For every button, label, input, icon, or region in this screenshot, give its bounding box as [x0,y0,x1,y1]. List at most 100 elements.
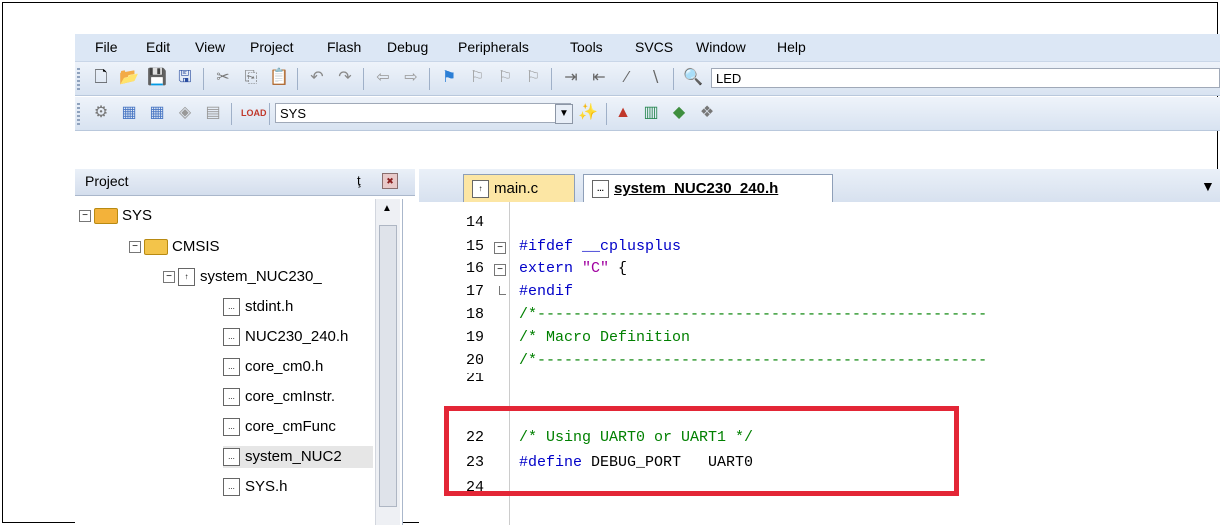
fold-collapse-icon[interactable]: − [494,242,506,254]
menu-project[interactable]: Project [250,39,294,55]
header-file-icon: ... [223,298,240,317]
toolbar-separator [551,68,552,90]
uncomment-icon[interactable]: ∖ [645,68,665,88]
chevron-down-icon[interactable]: ▼ [555,104,573,124]
header-file-icon: ... [223,448,240,467]
line-number: 14 [465,214,484,231]
paste-icon[interactable]: 📋 [269,68,289,88]
menu-svcs[interactable]: SVCS [635,39,673,55]
menu-window[interactable]: Window [696,39,746,55]
string-token: "C" [582,260,610,277]
toolbar-separator [429,68,430,90]
menu-help[interactable]: Help [777,39,806,55]
menu-edit[interactable]: Edit [146,39,170,55]
indent-icon[interactable]: ⇥ [561,68,581,88]
run-time-env-icon[interactable]: ❖ [697,103,717,123]
code-line-15: #ifdef __cplusplus [519,238,682,255]
tree-node-sys[interactable]: − SYS [79,205,152,227]
toolbar-separator [673,68,674,90]
project-folder-icon [94,208,118,225]
line-number: 17 [465,283,484,300]
clear-bookmarks-icon[interactable]: ⚐ [523,68,543,88]
tree-node-file[interactable]: ... NUC230_240.h [223,326,348,348]
navigate-back-icon[interactable]: ⇦ [373,68,393,88]
cut-icon[interactable]: ✂ [213,68,233,88]
menu-flash[interactable]: Flash [327,39,361,55]
editor-tabs: ↑ main.c ... system_NUC230_240.h ▼ [419,169,1220,203]
manage-components-icon[interactable]: ▲ [613,103,633,123]
tree-node-file-selected[interactable]: ... system_NUC2 [223,446,373,468]
header-file-icon: ... [223,418,240,437]
redo-icon[interactable]: ↷ [335,68,355,88]
project-items-icon[interactable]: ▥ [641,103,661,123]
header-file-icon: ... [592,180,609,199]
tree-node-file[interactable]: ... core_cmFunc [223,416,336,438]
menu-tools[interactable]: Tools [570,39,603,55]
line-number: 15 [465,238,484,255]
scrollbar-thumb[interactable] [379,225,397,507]
scroll-up-icon[interactable]: ▲ [382,203,392,214]
build-icon[interactable]: ▦ [119,103,139,123]
pack-installer-icon[interactable]: ◆ [669,103,689,123]
prev-bookmark-icon[interactable]: ⚐ [467,68,487,88]
toolbar-separator [231,103,232,125]
unindent-icon[interactable]: ⇤ [589,68,609,88]
new-file-icon[interactable]: 🗋 [91,68,111,88]
collapse-icon[interactable]: − [79,210,91,223]
toolbar-separator [363,68,364,90]
main-toolbar: 🗋 📂 💾 🖫 ✂ ⎘ 📋 ↶ ↷ ⇦ ⇨ ⚑ ⚐ ⚐ ⚐ ⇥ ⇤ ∕ ∖ 🔍 … [75,62,1220,96]
toolbar-grip[interactable] [77,68,80,90]
target-combo[interactable]: LED [711,68,1220,88]
fold-collapse-icon[interactable]: − [494,264,506,276]
undo-icon[interactable]: ↶ [307,68,327,88]
header-file-icon: ... [223,388,240,407]
comment-icon[interactable]: ∕ [617,68,637,88]
tree-node-cmsis[interactable]: − CMSIS [129,236,220,258]
header-file-icon: ... [223,358,240,377]
tab-list-dropdown-icon[interactable]: ▼ [1201,178,1215,194]
tree-node-file[interactable]: ... SYS.h [223,476,288,498]
copy-icon[interactable]: ⎘ [241,68,261,88]
translate-icon[interactable]: ⚙ [91,103,111,123]
save-all-icon[interactable]: 🖫 [175,68,195,88]
download-icon[interactable]: LOAD [241,103,267,123]
rebuild-icon[interactable]: ▦ [147,103,167,123]
target-select[interactable]: SYS [275,103,571,123]
collapse-icon[interactable]: − [129,241,141,254]
find-in-files-icon[interactable]: 🔍 [683,68,703,88]
pin-icon[interactable]: ţ [357,173,361,188]
menu-file[interactable]: File [95,39,118,55]
toolbar-separator [606,103,607,125]
code-line-17: #endif [519,283,574,300]
toolbar-grip[interactable] [77,103,80,125]
save-icon[interactable]: 💾 [147,68,167,88]
batch-build-icon[interactable]: ◈ [175,103,195,123]
menu-view[interactable]: View [195,39,225,55]
toolbar-separator [203,68,204,90]
code-line-18: /*--------------------------------------… [519,306,988,323]
navigate-forward-icon[interactable]: ⇨ [401,68,421,88]
menu-peripherals[interactable]: Peripherals [458,39,529,55]
bookmark-icon[interactable]: ⚑ [439,68,459,88]
line-number: 20 [465,352,484,369]
c-file-icon: ↑ [178,268,195,287]
tree-scrollbar[interactable]: ▲ [375,199,400,525]
stop-build-icon[interactable]: ▤ [203,103,223,123]
tree-node-file[interactable]: ... core_cm0.h [223,356,323,378]
open-folder-icon[interactable]: 📂 [119,68,139,88]
next-bookmark-icon[interactable]: ⚐ [495,68,515,88]
tab-system-nuc230-240-h[interactable]: ... system_NUC230_240.h [583,174,833,202]
code-line-20: /*--------------------------------------… [519,352,988,369]
collapse-icon[interactable]: − [163,271,175,284]
target-options-icon[interactable]: ✨ [578,103,598,123]
build-toolbar: ⚙ ▦ ▦ ◈ ▤ LOAD SYS ▼ ✨ ▲ ▥ ◆ ❖ [75,97,1220,131]
tree-node-system-c[interactable]: − ↑ system_NUC230_ [163,266,322,288]
highlight-box [444,406,959,496]
close-icon[interactable]: ✖ [382,173,398,189]
tab-main-c[interactable]: ↑ main.c [463,174,575,202]
menu-bar: File Edit View Project Flash Debug Perip… [75,34,1220,62]
tree-node-file[interactable]: ... core_cmInstr. [223,386,335,408]
menu-debug[interactable]: Debug [387,39,428,55]
tree-node-file[interactable]: ... stdint.h [223,296,293,318]
c-file-icon: ↑ [472,180,489,199]
